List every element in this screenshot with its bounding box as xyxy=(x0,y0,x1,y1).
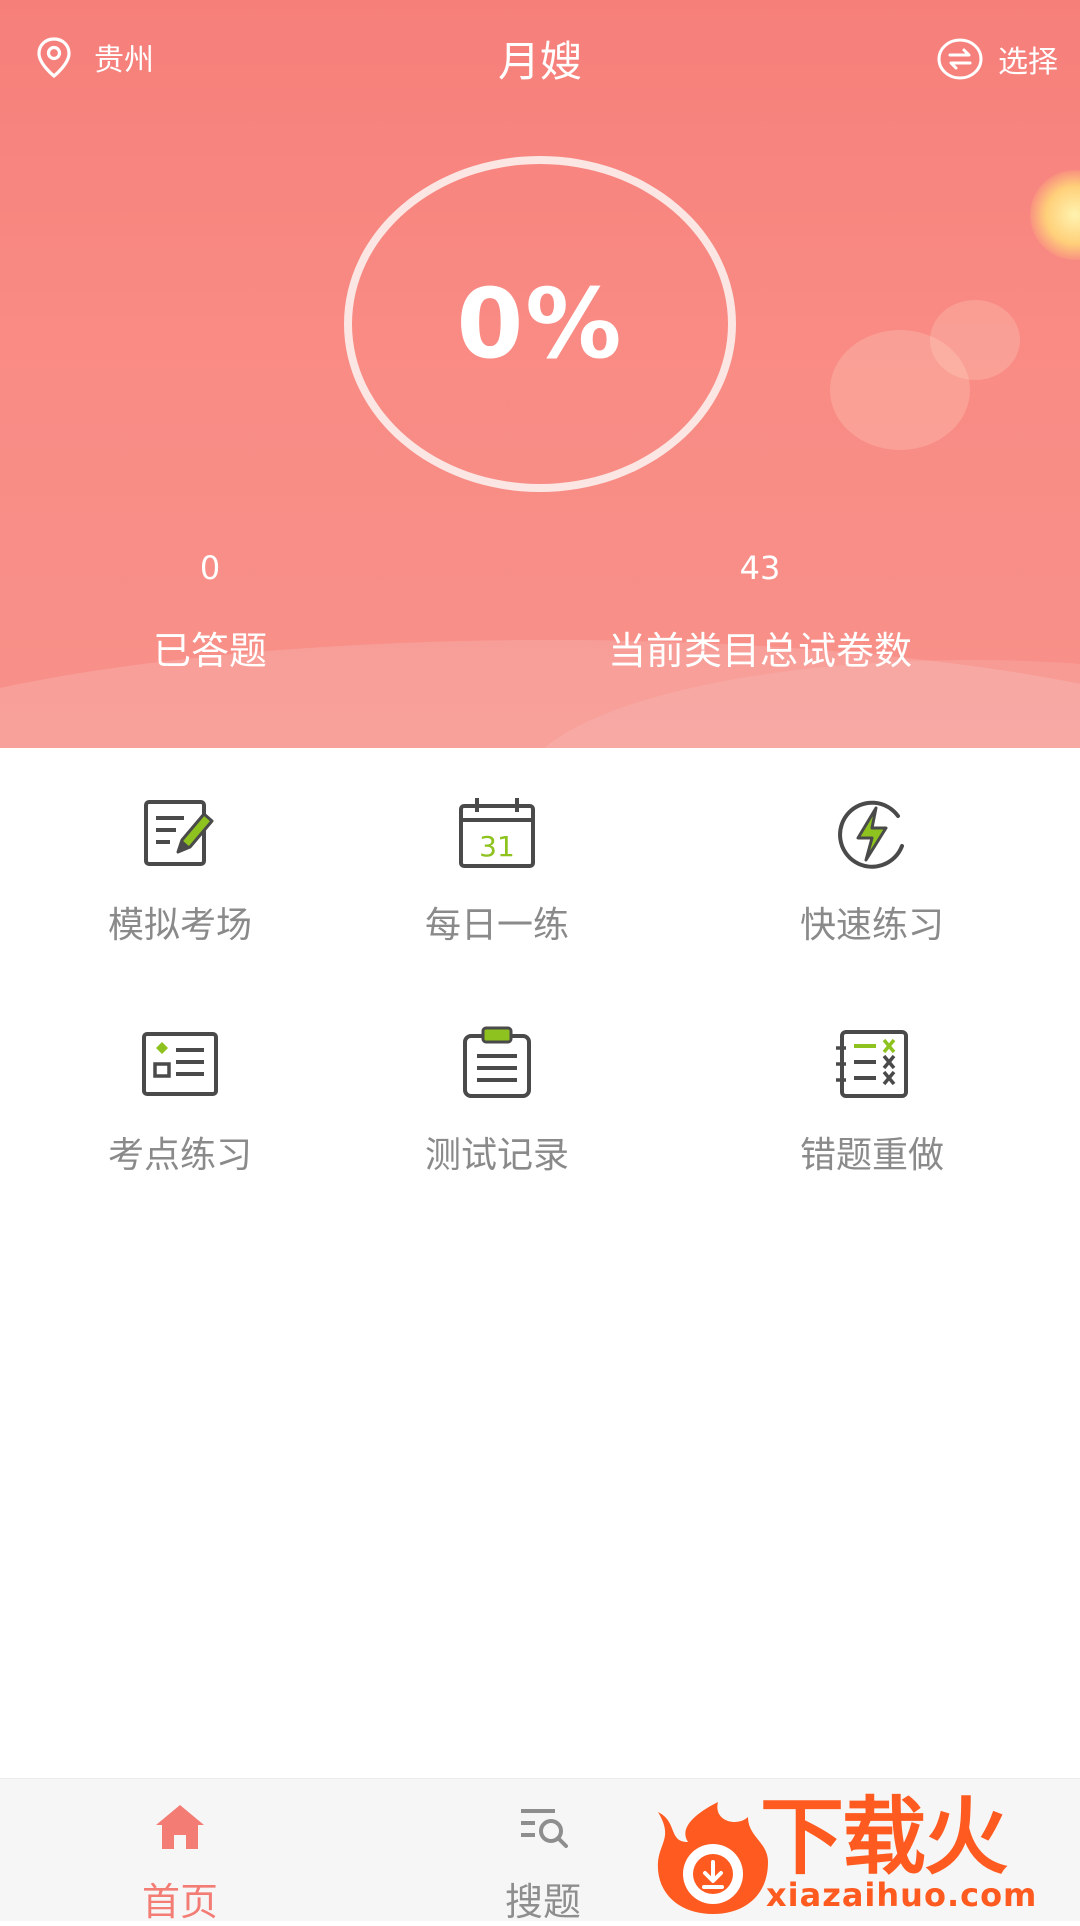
feature-label: 考点练习 xyxy=(107,1135,252,1176)
switch-label: 选择 xyxy=(998,45,1058,80)
feature-label: 快速练习 xyxy=(799,905,944,946)
total-papers-count: 43 xyxy=(739,549,781,587)
total-papers-label: 当前类目总试卷数 xyxy=(607,629,912,673)
decorative-sun-glow xyxy=(1030,170,1080,260)
nav-home-label: 首页 xyxy=(141,1880,218,1924)
watermark-url: xiazaihuo.com xyxy=(766,1876,1038,1914)
page-title: 月嫂 xyxy=(497,37,582,86)
feature-label: 模拟考场 xyxy=(107,905,252,946)
nav-home[interactable]: 首页 xyxy=(80,1779,280,1924)
redo-wrong-questions-button[interactable]: 错题重做 xyxy=(692,1010,1052,1210)
top-bar: 贵州 月嫂 选择 xyxy=(0,0,1080,110)
flame-download-icon xyxy=(657,1802,768,1914)
test-records-button[interactable]: 测试记录 xyxy=(317,1010,677,1210)
quick-practice-button[interactable]: 快速练习 xyxy=(692,780,1052,980)
nav-search-label: 搜题 xyxy=(504,1880,581,1924)
nav-search[interactable]: 搜题 xyxy=(443,1779,643,1924)
answered-stat: 0 已答题 xyxy=(0,540,440,675)
answered-count: 0 xyxy=(199,549,221,587)
checklist-card-icon xyxy=(142,1032,218,1096)
category-switch-button[interactable]: 选择 xyxy=(936,34,1058,84)
lightning-icon xyxy=(838,800,904,869)
watermark-logo: 下载火 xiazaihuo.com xyxy=(640,1780,1080,1920)
calendar-icon: 31 xyxy=(459,798,535,868)
watermark-title: 下载火 xyxy=(760,1788,1008,1886)
feature-label: 测试记录 xyxy=(424,1135,569,1176)
progress-percent: 0% xyxy=(456,268,624,380)
decorative-bokeh xyxy=(930,300,1020,380)
answered-label: 已答题 xyxy=(152,629,267,673)
feature-label: 每日一练 xyxy=(424,905,569,946)
mock-exam-button[interactable]: 模拟考场 xyxy=(0,780,360,980)
wrong-answers-icon xyxy=(836,1030,908,1098)
total-papers-stat: 43 当前类目总试卷数 xyxy=(530,540,990,675)
switch-arrows-icon xyxy=(937,38,983,80)
search-list-icon xyxy=(521,1809,568,1848)
key-point-practice-button[interactable]: 考点练习 xyxy=(0,1010,360,1210)
feature-label: 错题重做 xyxy=(799,1135,944,1176)
calendar-day-number: 31 xyxy=(479,830,515,863)
daily-practice-button[interactable]: 31 每日一练 xyxy=(317,780,677,980)
home-icon xyxy=(156,1805,204,1849)
header-banner: 贵州 月嫂 选择 0% 0 已答题 43 当前类目总试卷数 xyxy=(0,0,1080,748)
clipboard-icon xyxy=(463,1026,531,1098)
progress-ring: 0% xyxy=(344,156,736,492)
edit-document-icon xyxy=(144,800,214,866)
